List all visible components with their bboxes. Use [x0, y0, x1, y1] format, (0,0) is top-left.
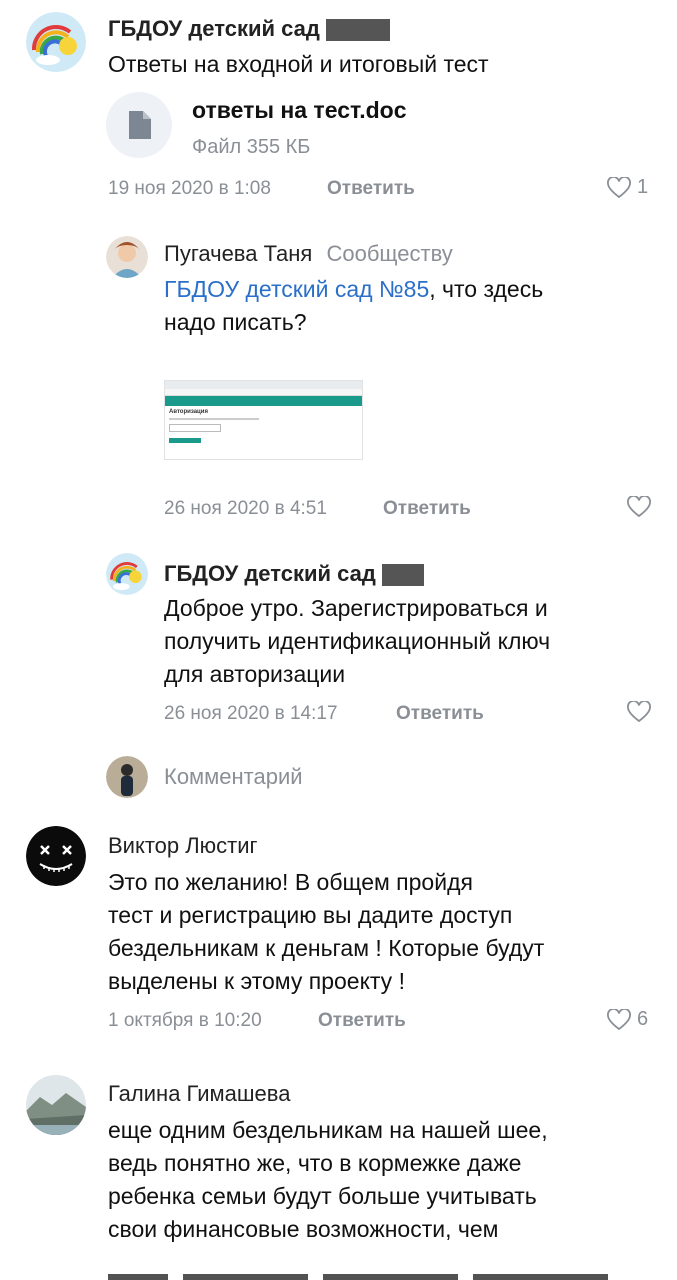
comment-author[interactable]: Галина Гимашева: [108, 1081, 290, 1107]
mention-link[interactable]: ГБДОУ детский сад №85: [164, 276, 429, 302]
attachment-name[interactable]: ответы на тест.doc: [192, 97, 407, 124]
thumb-button: [169, 438, 201, 443]
redacted-block: [325, 19, 390, 42]
comment-text: Доброе утро. Зарегистрироваться и получи…: [164, 595, 551, 687]
comment-date: 26 ноя 2020 в 4:51: [164, 498, 327, 519]
avatar-user[interactable]: [26, 1075, 86, 1135]
like-count: 1: [637, 176, 649, 198]
attachment-meta: Файл 355 КБ: [192, 136, 311, 158]
screenshot-thumbnail[interactable]: Авторизация: [164, 380, 363, 460]
heart-icon: [627, 496, 651, 518]
redacted-block: [381, 564, 424, 587]
thumb-heading: Авторизация: [169, 409, 208, 415]
reply-button[interactable]: Ответить: [383, 498, 471, 520]
document-icon[interactable]: [106, 92, 172, 158]
thumb-addressbar: [165, 389, 362, 396]
comment-date: 26 ноя 2020 в 14:17: [164, 703, 338, 724]
thumb-tabbar: [165, 381, 362, 389]
heart-icon: [627, 701, 651, 723]
comment-date: 1 октября в 10:20: [108, 1010, 262, 1031]
thumb-navbar: [165, 396, 362, 406]
avatar-kindergarten[interactable]: [106, 553, 148, 595]
thumb-input: [169, 424, 221, 432]
recipient-label: Сообществу: [326, 241, 453, 266]
avatar-user[interactable]: [26, 826, 86, 886]
reply-button[interactable]: Ответить: [396, 703, 484, 725]
heart-icon: [607, 176, 631, 198]
comment-input[interactable]: Комментарий: [164, 764, 644, 790]
like-button[interactable]: [627, 701, 651, 723]
comment-text: еще одним бездельникам на нашей шее, вед…: [108, 1117, 548, 1242]
comment-author[interactable]: ГБДОУ детский сад: [164, 561, 424, 587]
thumb-line: [169, 418, 259, 420]
avatar-kindergarten[interactable]: [26, 12, 86, 72]
reply-button[interactable]: Ответить: [327, 178, 415, 200]
comment-text: Ответы на входной и итоговый тест: [108, 51, 489, 77]
comment-text: ГБДОУ детский сад №85, что здесь надо пи…: [164, 276, 544, 335]
comment-text: Это по желанию! В общем пройдя тест и ре…: [108, 869, 545, 994]
like-button[interactable]: 6: [607, 1008, 648, 1031]
heart-icon: [607, 1008, 631, 1030]
comment-author[interactable]: Пугачева Таня Сообществу: [164, 241, 453, 267]
like-button[interactable]: [627, 496, 651, 518]
comment-date: 19 ноя 2020 в 1:08: [108, 178, 271, 199]
like-count: 6: [637, 1008, 649, 1030]
like-button[interactable]: 1: [607, 176, 648, 199]
avatar-self[interactable]: [106, 756, 148, 798]
reply-button[interactable]: Ответить: [318, 1010, 406, 1032]
avatar-user[interactable]: [106, 236, 148, 278]
comment-author[interactable]: Виктор Люстиг: [108, 833, 258, 859]
comment-author[interactable]: ГБДОУ детский сад: [108, 16, 390, 42]
cut-off-line: [108, 1262, 608, 1280]
